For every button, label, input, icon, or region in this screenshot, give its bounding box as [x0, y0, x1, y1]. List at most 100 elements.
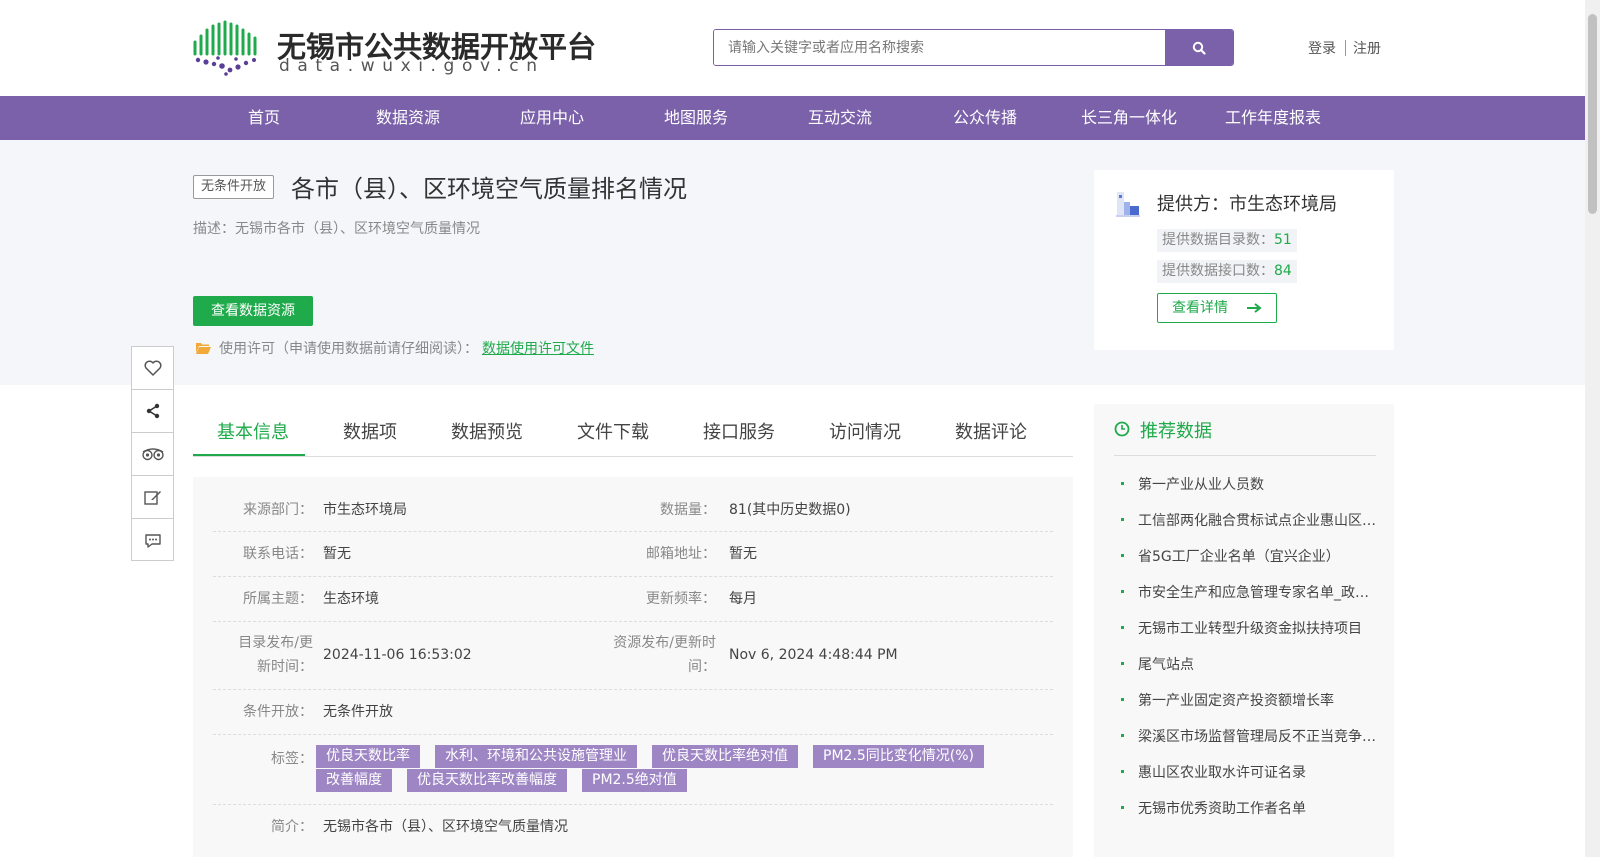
list-item[interactable]: 第一产业从业人员数	[1118, 474, 1376, 494]
list-item[interactable]: 无锡市优秀资助工作者名单	[1118, 798, 1376, 818]
search-input[interactable]	[714, 30, 1165, 65]
list-item-label: 第一产业从业人员数	[1138, 477, 1264, 493]
scrollbar-thumb[interactable]	[1588, 14, 1597, 214]
tag[interactable]: 优良天数比率改善幅度	[407, 769, 567, 792]
tag[interactable]: 优良天数比率绝对值	[652, 745, 798, 768]
nav-item-map-service[interactable]: 地图服务	[664, 96, 728, 140]
binoculars-icon	[141, 448, 164, 461]
share-icon	[146, 403, 159, 419]
catalog-time-label-2: 新时间：	[257, 659, 313, 675]
nav-item-app-center[interactable]: 应用中心	[520, 96, 584, 140]
list-item[interactable]: 省5G工厂企业名单（宜兴企业）	[1118, 546, 1376, 566]
share-button[interactable]	[132, 390, 173, 433]
logo-domain: data.wuxi.gov.cn	[279, 56, 545, 76]
recommended-data-panel: 推荐数据 第一产业从业人员数 工信部两化融合贯标试点企业惠山区名单 省5G工厂企…	[1094, 404, 1394, 857]
info-row: 简介： 无锡市各市（县）、区环境空气质量情况	[213, 805, 1053, 850]
nav-item-home[interactable]: 首页	[248, 96, 280, 140]
theme-value: 生态环境	[323, 591, 379, 607]
tab-data-preview[interactable]: 数据预览	[451, 418, 523, 444]
list-item[interactable]: 工信部两化融合贯标试点企业惠山区名单	[1118, 510, 1376, 530]
view-data-resource-button[interactable]: 查看数据资源	[193, 296, 313, 326]
license-text: 使用许可（申请使用数据前请仔细阅读）：	[219, 341, 478, 357]
list-item[interactable]: 无锡市工业转型升级资金拟扶持项目	[1118, 618, 1376, 638]
tab-basic-info[interactable]: 基本信息	[217, 418, 289, 444]
view-details-button[interactable]: 查看详情	[1157, 293, 1277, 323]
info-row: 目录发布/更 新时间： 2024-11-06 16:53:02 资源发布/更新时…	[213, 622, 1053, 690]
tags-label: 标签：	[271, 751, 313, 767]
tag[interactable]: PM2.5同比变化情况(%)	[813, 745, 985, 768]
dataset-description: 描述：无锡市各市（县）、区环境空气质量情况	[193, 221, 480, 237]
bullet-dot	[1121, 662, 1124, 665]
api-count-label: 提供数据接口数：	[1162, 263, 1274, 279]
catalog-time-value: 2024-11-06 16:53:02	[323, 647, 472, 663]
tab-access-stats[interactable]: 访问情况	[829, 418, 901, 444]
page-scrollbar[interactable]	[1585, 0, 1600, 857]
login-link[interactable]: 登录	[1308, 38, 1336, 58]
nav-item-public-broadcast[interactable]: 公众传播	[953, 96, 1017, 140]
nav-item-yangtze-delta[interactable]: 长三角一体化	[1081, 96, 1177, 140]
info-row: 所属主题： 生态环境 更新频率： 每月	[213, 577, 1053, 622]
main-nav: 首页 数据资源 应用中心 地图服务 互动交流 公众传播 长三角一体化 工作年度报…	[0, 96, 1585, 140]
list-item[interactable]: 第一产业固定资产投资额增长率	[1118, 690, 1376, 710]
tab-data-items[interactable]: 数据项	[343, 418, 397, 444]
bullet-dot	[1121, 482, 1124, 485]
theme-label: 所属主题：	[243, 591, 313, 607]
bullet-dot	[1121, 590, 1124, 593]
list-item-label: 工信部两化融合贯标试点企业惠山区名单	[1138, 513, 1376, 529]
list-item[interactable]: 梁溪区市场监督管理局反不正当竞争案件	[1118, 726, 1376, 746]
provider-card: 提供方：市生态环境局 提供数据目录数：51 提供数据接口数：84 查看详情	[1094, 170, 1394, 350]
tag[interactable]: 水利、环境和公共设施管理业	[435, 745, 637, 768]
auth-links: 登录 注册	[1308, 38, 1381, 58]
folder-open-icon	[196, 343, 211, 354]
comment-button[interactable]	[132, 519, 173, 562]
arrow-right-icon	[1246, 294, 1262, 332]
list-item[interactable]: 尾气站点	[1118, 654, 1376, 674]
list-item[interactable]: 市安全生产和应急管理专家名单_政务公开	[1118, 582, 1376, 602]
api-count-value: 84	[1274, 263, 1292, 279]
summary-value: 无锡市各市（县）、区环境空气质量情况	[323, 819, 568, 835]
edit-icon	[143, 491, 161, 505]
list-item-label: 梁溪区市场监督管理局反不正当竞争案件	[1138, 729, 1376, 745]
edit-button[interactable]	[132, 476, 173, 519]
frequency-label: 更新频率：	[646, 591, 716, 607]
search-button[interactable]	[1165, 30, 1233, 65]
bullet-dot	[1121, 554, 1124, 557]
license-file-link[interactable]: 数据使用许可文件	[482, 338, 594, 358]
provider-name: 提供方：市生态环境局	[1157, 194, 1337, 215]
search-icon	[1192, 41, 1206, 55]
catalog-time-label-1: 目录发布/更	[238, 635, 313, 651]
nav-item-interaction[interactable]: 互动交流	[808, 96, 872, 140]
side-toolbar	[131, 346, 174, 561]
tab-file-download[interactable]: 文件下载	[577, 418, 649, 444]
tag[interactable]: 改善幅度	[316, 769, 392, 792]
list-item-label: 尾气站点	[1138, 657, 1194, 673]
list-item-label: 惠山区农业取水许可证名录	[1138, 765, 1306, 781]
list-item[interactable]: 惠山区农业取水许可证名录	[1118, 762, 1376, 782]
list-item-label: 无锡市工业转型升级资金拟扶持项目	[1138, 621, 1362, 637]
register-link[interactable]: 注册	[1353, 38, 1381, 58]
logo-mark-icon	[193, 20, 257, 76]
recommended-header: 推荐数据	[1114, 404, 1376, 456]
nav-item-data-resources[interactable]: 数据资源	[376, 96, 440, 140]
tag[interactable]: 优良天数比率	[316, 745, 420, 768]
resource-time-value: Nov 6, 2024 4:48:44 PM	[729, 647, 898, 663]
building-icon	[1116, 192, 1140, 217]
chat-icon	[144, 533, 161, 548]
license-notice: 使用许可（申请使用数据前请仔细阅读）： 数据使用许可文件	[196, 338, 594, 358]
bullet-dot	[1121, 698, 1124, 701]
info-row: 联系电话： 暂无 邮箱地址： 暂无	[213, 532, 1053, 577]
nav-item-annual-report[interactable]: 工作年度报表	[1225, 96, 1321, 140]
tag[interactable]: PM2.5绝对值	[582, 769, 687, 792]
favorite-button[interactable]	[132, 347, 173, 390]
tab-data-comments[interactable]: 数据评论	[955, 418, 1027, 444]
condition-value: 无条件开放	[323, 704, 393, 720]
site-logo[interactable]: 无锡市公共数据开放平台 data.wuxi.gov.cn	[192, 20, 596, 78]
amount-label: 数据量：	[660, 502, 716, 518]
tab-api-service[interactable]: 接口服务	[703, 418, 775, 444]
condition-label: 条件开放：	[243, 704, 313, 720]
amount-value: 81(其中历史数据0)	[729, 502, 851, 518]
list-item-label: 省5G工厂企业名单（宜兴企业）	[1138, 549, 1340, 565]
heart-icon	[144, 360, 161, 376]
view-button[interactable]	[132, 433, 173, 476]
resource-time-label-2: 间：	[688, 659, 716, 675]
